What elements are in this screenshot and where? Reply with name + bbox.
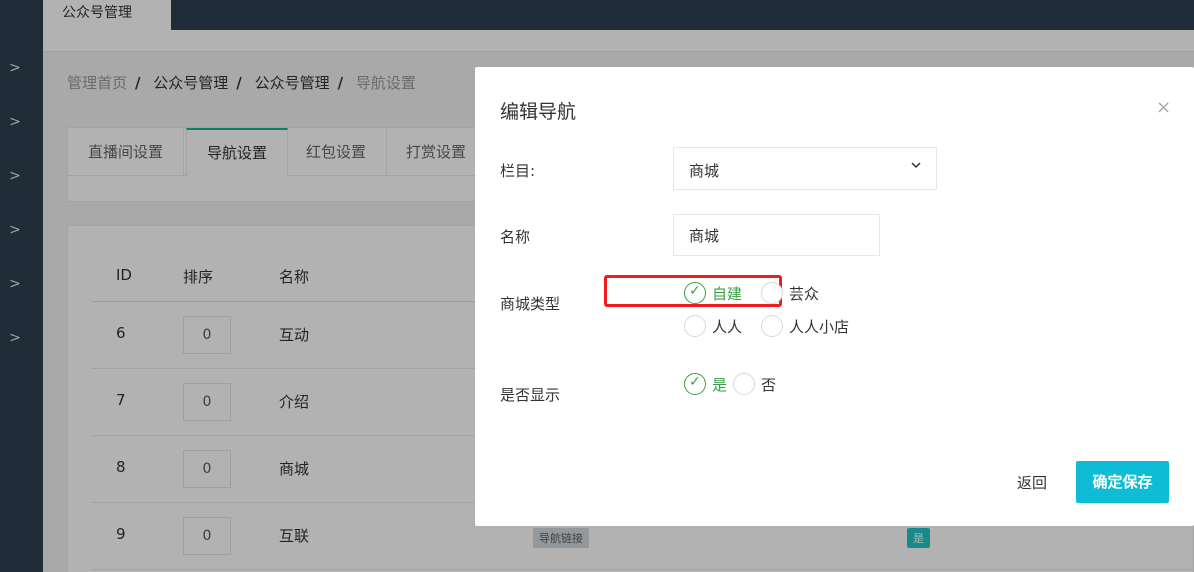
display-label: 是否显示: [500, 386, 561, 404]
radio-label: 人人小店: [789, 317, 850, 336]
radio-label: 人人: [712, 317, 743, 336]
radio-shop-type-renren[interactable]: 人人: [684, 315, 742, 337]
name-field[interactable]: [673, 214, 880, 256]
close-icon[interactable]: ×: [1156, 97, 1171, 118]
radio-checked-icon: [684, 373, 706, 395]
save-button[interactable]: 确定保存: [1076, 461, 1169, 503]
edit-nav-modal: 编辑导航 × 栏目: 商城 名称 商城类型 自建 芸众 人人 人人小店 是否显示…: [475, 67, 1194, 526]
radio-label: 自建: [712, 284, 743, 303]
radio-shop-type-self-built[interactable]: 自建: [684, 282, 742, 304]
radio-display-no[interactable]: 否: [733, 373, 776, 395]
radio-label: 是: [712, 375, 728, 394]
name-label: 名称: [500, 228, 531, 246]
chevron-down-icon: [910, 158, 922, 176]
column-select-value: 商城: [689, 162, 720, 180]
radio-unchecked-icon: [733, 373, 755, 395]
radio-unchecked-icon: [684, 315, 706, 337]
modal-title: 编辑导航: [500, 101, 577, 123]
radio-display-yes[interactable]: 是: [684, 373, 727, 395]
radio-label: 否: [761, 375, 777, 394]
radio-checked-icon: [684, 282, 706, 304]
shop-type-label: 商城类型: [500, 295, 561, 313]
back-button[interactable]: 返回: [1017, 472, 1047, 493]
radio-label: 芸众: [789, 284, 820, 303]
radio-shop-type-renren-store[interactable]: 人人小店: [761, 315, 849, 337]
radio-unchecked-icon: [761, 315, 783, 337]
column-label: 栏目:: [500, 162, 536, 180]
column-select[interactable]: 商城: [673, 147, 937, 190]
radio-shop-type-yunzhong[interactable]: 芸众: [761, 282, 819, 304]
radio-unchecked-icon: [761, 282, 783, 304]
